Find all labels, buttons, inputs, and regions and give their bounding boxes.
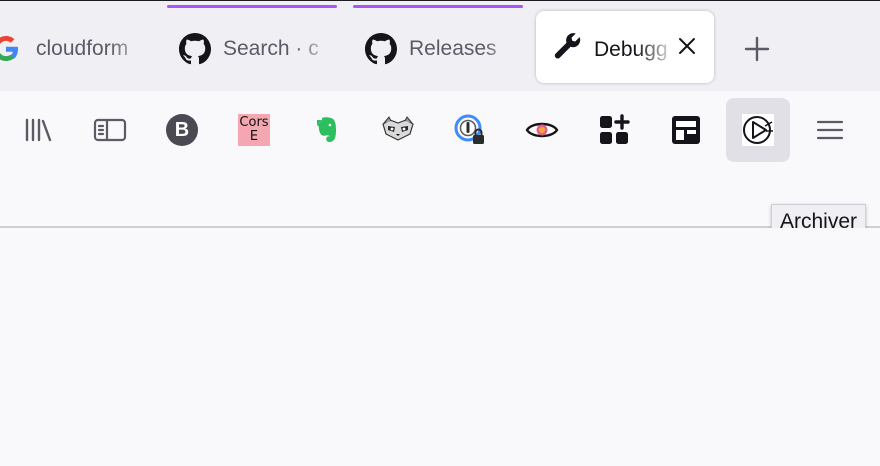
tab-debugging[interactable]: Debugg [536,11,714,83]
cors-extension-icon: Cors E [238,114,270,146]
b-extension-icon: B [166,114,198,146]
evernote-icon [317,117,337,142]
tab-strip: cloudform Search · c Releases Debugg [0,0,880,91]
apps-grid-button[interactable] [582,98,646,162]
eye-extension-button[interactable] [510,98,574,162]
tab-github-search[interactable]: Search · c [167,1,337,92]
close-tab-icon[interactable] [674,33,700,59]
github-icon [179,33,211,65]
archiver-extension-button[interactable] [726,98,790,162]
page-content [0,228,880,466]
sidebar-button[interactable] [78,98,142,162]
cors-sublabel: E [249,129,259,144]
eye-extension-icon [525,122,559,138]
apps-grid-icon [600,114,630,144]
library-icon [25,118,52,142]
attention-indicator [353,5,523,8]
password-lock-extension-icon [454,114,484,144]
b-extension-button[interactable]: B [150,98,214,162]
navigation-toolbar: B Cors E [0,91,880,228]
raccoon-extension-button[interactable] [366,98,430,162]
evernote-button[interactable] [294,98,358,162]
tab-github-releases[interactable]: Releases [353,1,523,92]
cors-label: Cors [239,115,269,130]
dashboard-extension-icon [672,116,700,144]
app-menu-button[interactable] [798,98,862,162]
dashboard-extension-button[interactable] [654,98,718,162]
password-lock-extension-button[interactable] [438,98,502,162]
google-icon [0,36,18,61]
archiver-extension-icon [742,114,774,146]
new-tab-button[interactable] [740,33,774,65]
cors-extension-button[interactable]: Cors E [222,98,286,162]
tab-cloudformation[interactable]: cloudform [0,1,150,92]
github-icon [365,33,397,65]
sidebar-icon [93,118,127,142]
attention-indicator [167,5,337,8]
wrench-icon [554,33,581,59]
library-button[interactable] [6,98,70,162]
hamburger-menu-icon [816,120,844,140]
raccoon-extension-icon [382,116,414,141]
